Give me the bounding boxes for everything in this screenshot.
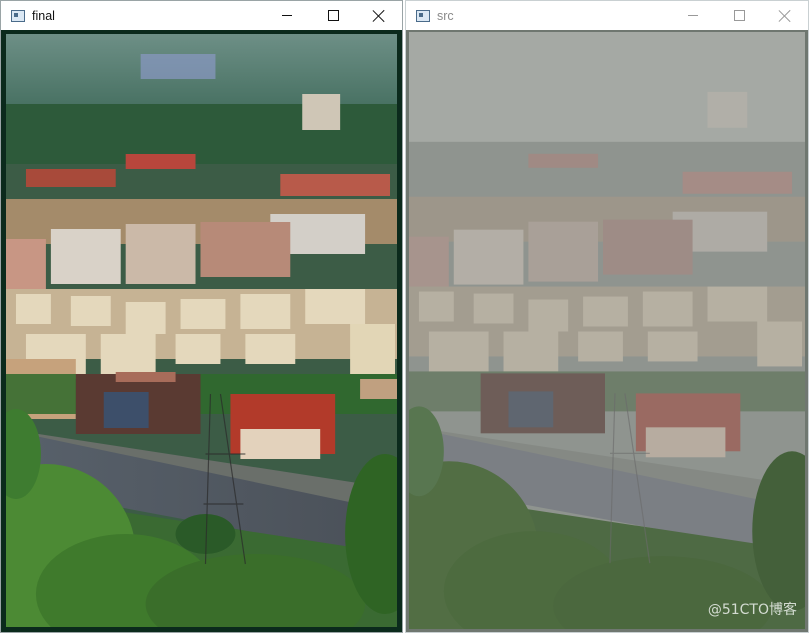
minimize-button[interactable]: [264, 1, 310, 30]
close-button[interactable]: [762, 1, 808, 30]
final-image: [6, 34, 397, 627]
dehazed-city-photo: [6, 34, 397, 627]
watermark-text: @51CTO博客: [707, 602, 797, 618]
window-controls: [670, 1, 808, 30]
src-client-area: @51CTO博客: [406, 30, 808, 632]
src-titlebar[interactable]: src: [406, 1, 808, 30]
window-controls: [264, 1, 402, 30]
maximize-button[interactable]: [716, 1, 762, 30]
final-client-area: [1, 30, 402, 632]
maximize-icon: [733, 10, 745, 21]
minimize-icon: [688, 15, 698, 16]
maximize-icon: [327, 10, 339, 21]
close-icon: [373, 10, 385, 22]
minimize-icon: [282, 15, 292, 16]
close-button[interactable]: [356, 1, 402, 30]
minimize-button[interactable]: [670, 1, 716, 30]
final-window: final: [0, 0, 403, 633]
window-title-src: src: [437, 8, 454, 23]
hazy-city-photo: [409, 32, 805, 629]
src-image: @51CTO博客: [409, 32, 805, 629]
src-window: src @51CTO博客: [405, 0, 809, 633]
close-icon: [779, 10, 791, 22]
app-window-icon: [11, 9, 25, 22]
maximize-button[interactable]: [310, 1, 356, 30]
final-titlebar[interactable]: final: [1, 1, 402, 30]
app-window-icon: [416, 9, 430, 22]
window-title-final: final: [32, 8, 55, 23]
